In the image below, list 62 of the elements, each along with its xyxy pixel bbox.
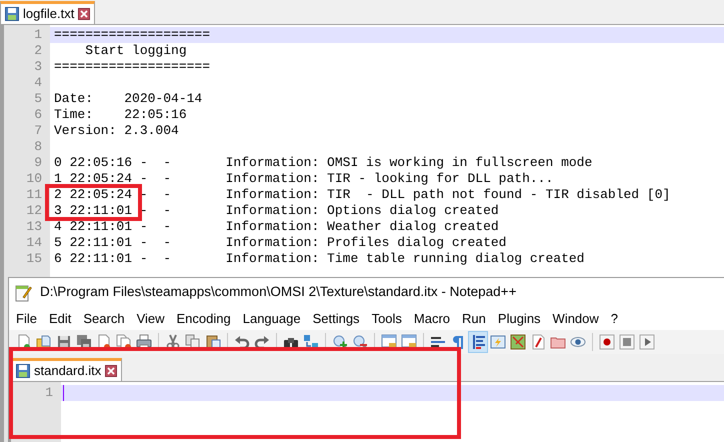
undo-icon[interactable] <box>234 334 250 350</box>
close-all-icon[interactable] <box>116 334 132 350</box>
lightning-window-icon[interactable] <box>490 334 506 350</box>
line-number: 3 <box>33 59 43 75</box>
menu-item[interactable]: Run <box>456 308 492 328</box>
line-number: 10 <box>25 171 43 187</box>
line-number: 12 <box>25 203 43 219</box>
menu-item[interactable]: Tools <box>366 308 408 328</box>
print-icon[interactable] <box>136 334 152 350</box>
menu-item[interactable]: Edit <box>42 308 78 328</box>
menu-item[interactable]: Settings <box>306 308 366 328</box>
line-number: 1 <box>33 27 43 43</box>
window-title: D:\Program Files\steamapps\common\OMSI 2\Texture\standard.itx - Notepad++ <box>40 283 516 302</box>
save-icon <box>16 364 30 378</box>
copy-icon[interactable] <box>185 334 201 350</box>
menu-item[interactable]: File <box>10 308 43 328</box>
menu-item[interactable]: Language <box>236 308 307 328</box>
menu-item[interactable]: Plugins <box>492 308 547 328</box>
menu-item[interactable]: Encoding <box>170 308 237 328</box>
line-number: 5 <box>33 91 43 107</box>
file-tab[interactable]: logfile.txt <box>0 1 96 24</box>
text-cursor <box>63 385 64 401</box>
lock-window-icon[interactable] <box>381 334 397 350</box>
menu-item[interactable]: ? <box>604 308 624 328</box>
menu-item[interactable]: Window <box>546 308 605 328</box>
zoom-out-icon[interactable] <box>352 334 368 350</box>
notepad-icon <box>15 284 32 302</box>
menu-item[interactable]: Macro <box>408 308 456 328</box>
stop-icon[interactable] <box>619 334 635 350</box>
map-icon[interactable] <box>510 334 526 350</box>
open-folder-icon[interactable] <box>36 334 52 350</box>
line-number: 7 <box>33 123 43 139</box>
save-icon[interactable] <box>56 334 72 350</box>
line-number: 11 <box>25 187 43 203</box>
line-number: 6 <box>33 107 43 123</box>
menu-item[interactable]: View <box>130 308 171 328</box>
menu-item[interactable]: Search <box>77 308 131 328</box>
scissors-icon[interactable] <box>165 334 181 350</box>
line-number: 9 <box>33 155 43 171</box>
record-icon[interactable] <box>599 334 615 350</box>
file-tab[interactable]: standard.itx <box>11 358 122 381</box>
eye-icon[interactable] <box>570 334 586 350</box>
pilcrow-icon[interactable] <box>450 334 466 350</box>
close-icon[interactable] <box>105 365 118 377</box>
redo-icon[interactable] <box>254 334 270 350</box>
line-number: 8 <box>33 139 43 155</box>
function-list-icon[interactable] <box>530 334 546 350</box>
line-number: 4 <box>33 75 43 91</box>
save-all-icon[interactable] <box>76 334 92 350</box>
lock-window-icon[interactable] <box>401 334 417 350</box>
indent-guide-icon[interactable] <box>470 334 486 350</box>
line-number: 14 <box>25 235 43 251</box>
word-wrap-icon[interactable] <box>430 334 446 350</box>
close-icon[interactable] <box>78 8 90 20</box>
zoom-in-icon[interactable] <box>332 334 348 350</box>
replace-icon[interactable] <box>303 334 319 350</box>
save-icon <box>5 7 19 21</box>
line-number: 15 <box>25 251 43 267</box>
play-icon[interactable] <box>639 334 655 350</box>
line-number: 13 <box>25 219 43 235</box>
line-number: 2 <box>33 43 43 59</box>
line-number: 1 <box>44 385 54 401</box>
